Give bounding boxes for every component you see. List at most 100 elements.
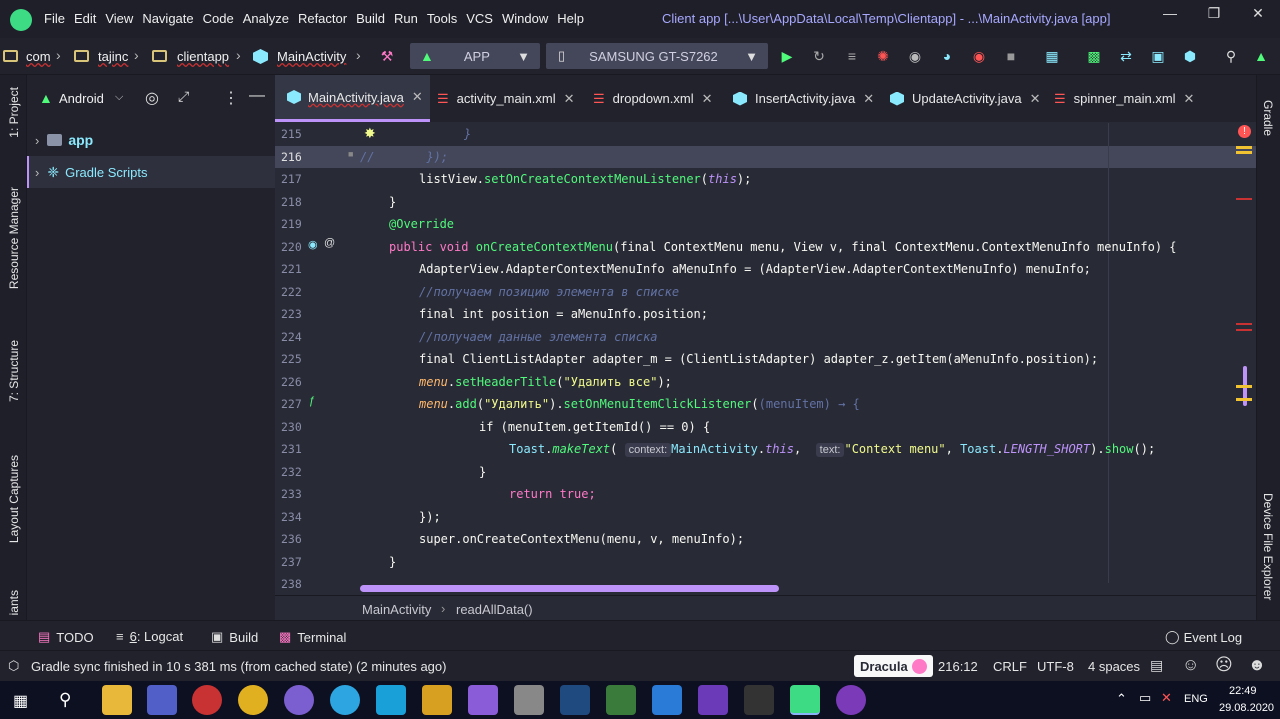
menu-code[interactable]: Code: [203, 11, 234, 26]
tree-item-app[interactable]: › app: [27, 124, 275, 156]
debug-icon[interactable]: ✺: [874, 47, 892, 65]
sync-gradle-icon[interactable]: ⇄: [1117, 47, 1135, 65]
apply-changes-icon[interactable]: ↻: [810, 47, 828, 65]
locate-icon[interactable]: ◎: [145, 88, 159, 108]
chevron-up-icon[interactable]: ⌃: [1116, 691, 1127, 707]
error-stripe-marker[interactable]: [1236, 329, 1252, 331]
todo-tool-button[interactable]: ▤ TODO: [38, 629, 94, 645]
run-config-select[interactable]: ▲ APP ▼: [410, 43, 540, 69]
horizontal-scrollbar-thumb[interactable]: [360, 585, 779, 592]
terminal-icon[interactable]: ▩: [1085, 47, 1103, 65]
tab-spinner-main-xml[interactable]: ☰ spinner_main.xml ✕: [1054, 75, 1194, 122]
search-icon[interactable]: ⚲: [1222, 47, 1240, 65]
menu-help[interactable]: Help: [557, 11, 584, 26]
profile-icon[interactable]: ◕: [938, 47, 956, 65]
theme-indicator[interactable]: Dracula: [854, 655, 933, 677]
caret-position[interactable]: 216:12: [938, 659, 978, 674]
project-tool-tab[interactable]: 1: Project: [7, 87, 21, 138]
chevron-down-icon[interactable]: ⌵: [115, 91, 123, 104]
notepad-icon[interactable]: [606, 685, 636, 715]
clock-date[interactable]: 29.08.2020: [1219, 702, 1274, 714]
app-blue-icon[interactable]: [376, 685, 406, 715]
menu-analyze[interactable]: Analyze: [243, 11, 289, 26]
language-indicator[interactable]: ENG: [1184, 693, 1208, 705]
viber-icon[interactable]: [284, 685, 314, 715]
error-stripe-marker[interactable]: [1236, 146, 1252, 149]
menu-view[interactable]: View: [105, 11, 133, 26]
run-icon[interactable]: ▶: [778, 47, 796, 65]
menu-build[interactable]: Build: [356, 11, 385, 26]
indent-setting[interactable]: 4 spaces: [1088, 659, 1140, 674]
git-app-icon[interactable]: [422, 685, 452, 715]
vscode-icon[interactable]: [652, 685, 682, 715]
device-file-explorer-tool-tab[interactable]: Device File Explorer: [1261, 493, 1275, 600]
breadcrumb-com[interactable]: com: [26, 49, 51, 64]
error-stripe-marker[interactable]: [1236, 323, 1252, 325]
update-icon[interactable]: ▲: [1252, 47, 1270, 65]
windows-start-icon[interactable]: ▦: [13, 691, 28, 711]
menu-edit[interactable]: Edit: [74, 11, 96, 26]
error-stripe-marker[interactable]: [1236, 398, 1252, 401]
intellij-icon[interactable]: [744, 685, 774, 715]
menu-tools[interactable]: Tools: [427, 11, 457, 26]
menu-window[interactable]: Window: [502, 11, 548, 26]
close-tab-icon[interactable]: ✕: [1030, 91, 1041, 107]
photoshop-icon[interactable]: [560, 685, 590, 715]
record-app-icon[interactable]: [192, 685, 222, 715]
status-message[interactable]: Gradle sync finished in 10 s 381 ms (fro…: [31, 659, 446, 674]
avd-manager-icon[interactable]: ▣: [1149, 47, 1167, 65]
menu-run[interactable]: Run: [394, 11, 418, 26]
override-marker-icon[interactable]: ◉: [308, 238, 318, 251]
menu-vcs[interactable]: VCS: [466, 11, 493, 26]
breadcrumb-class[interactable]: MainActivity: [362, 602, 431, 617]
menu-file[interactable]: File: [44, 11, 65, 26]
menu-refactor[interactable]: Refactor: [298, 11, 347, 26]
restore-icon[interactable]: ❐: [1201, 5, 1227, 25]
tab-insertactivity-java[interactable]: InsertActivity.java ✕: [733, 75, 874, 122]
layout-captures-tool-tab[interactable]: Layout Captures: [7, 455, 21, 543]
event-log-tool-button[interactable]: ◯ Event Log: [1165, 629, 1242, 645]
file-encoding[interactable]: UTF-8: [1037, 659, 1074, 674]
code-editor[interactable]: ✸ } //}); listView.setOnCreateContextMen…: [360, 123, 1256, 595]
minimize-icon[interactable]: —: [1157, 5, 1183, 25]
tab-dropdown-xml[interactable]: ☰ dropdown.xml ✕: [593, 75, 713, 122]
close-tab-icon[interactable]: ✕: [564, 91, 575, 107]
apply-code-changes-icon[interactable]: ≡: [843, 47, 861, 65]
visual-studio-icon[interactable]: [698, 685, 728, 715]
sdk-manager-icon[interactable]: ⬢: [1181, 47, 1199, 65]
close-tab-icon[interactable]: ✕: [412, 89, 423, 105]
menu-navigate[interactable]: Navigate: [142, 11, 193, 26]
horizontal-scrollbar[interactable]: [360, 583, 1256, 595]
structure-tool-tab[interactable]: 7: Structure: [7, 340, 21, 402]
breadcrumb-clientapp[interactable]: clientapp: [177, 49, 229, 64]
build-tool-button[interactable]: ▣ Build: [211, 629, 258, 645]
error-stripe-marker[interactable]: [1236, 151, 1252, 154]
resource-manager-tool-tab[interactable]: Resource Manager: [7, 187, 21, 289]
build-variants-tool-tab[interactable]: iants: [7, 590, 21, 615]
terminal-tool-button[interactable]: ▩ Terminal: [279, 629, 346, 645]
error-stripe-marker[interactable]: [1236, 385, 1252, 388]
close-tab-icon[interactable]: ✕: [702, 91, 713, 107]
tab-mainactivity-java[interactable]: MainActivity.java ✕: [275, 75, 430, 122]
breadcrumb-method[interactable]: readAllData(): [456, 602, 533, 617]
fold-icon[interactable]: ■: [348, 149, 353, 159]
database-icon[interactable]: [514, 685, 544, 715]
search-icon[interactable]: ⚲: [59, 690, 71, 710]
logcat-tool-button[interactable]: ≡ 6: Logcat: [116, 629, 183, 644]
tree-item-gradle-scripts[interactable]: › ❈ Gradle Scripts: [27, 156, 275, 188]
close-icon[interactable]: ✕: [1245, 5, 1271, 25]
gradle-tool-tab[interactable]: Gradle: [1261, 100, 1275, 136]
lightbulb-icon[interactable]: ✸: [364, 125, 376, 142]
file-explorer-icon[interactable]: [102, 685, 132, 715]
discord-like-icon[interactable]: [468, 685, 498, 715]
error-stripe-marker[interactable]: [1236, 198, 1252, 200]
collapse-icon[interactable]: ⤢: [178, 88, 189, 105]
smiley-icon[interactable]: ☺: [1182, 655, 1199, 675]
stop-icon[interactable]: ■: [1002, 47, 1020, 65]
close-tab-icon[interactable]: ✕: [863, 91, 874, 107]
hammer-icon[interactable]: ⚒: [378, 47, 396, 65]
android-studio-taskbar-icon[interactable]: [790, 685, 820, 715]
attach-process-icon[interactable]: ◉: [970, 47, 988, 65]
attach-debugger-icon[interactable]: ◉: [906, 47, 924, 65]
hector-icon[interactable]: ☻: [1248, 655, 1266, 675]
